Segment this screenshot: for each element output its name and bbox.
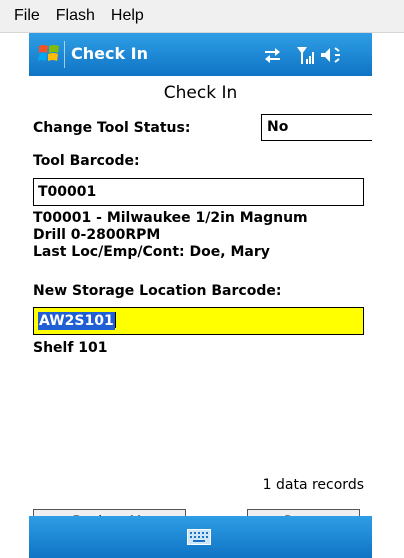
menu-file[interactable]: File <box>14 7 40 25</box>
tool-description-line2: Drill 0-2800RPM <box>33 227 161 243</box>
title-bar: Check In <box>29 33 372 76</box>
change-status-value: No <box>267 119 289 135</box>
tool-description-line1: T00001 - Milwaukee 1/2in Magnum <box>33 210 308 226</box>
change-status-dropdown[interactable]: No <box>261 114 372 141</box>
emulator-menubar: File Flash Help <box>0 0 404 33</box>
connectivity-arrows-icon <box>265 48 280 63</box>
status-icons[interactable] <box>259 43 359 67</box>
window-title: Check In <box>71 44 149 63</box>
speaker-icon <box>321 47 340 63</box>
storage-location-label: New Storage Location Barcode: <box>33 283 282 299</box>
tool-description: T00001 - Milwaukee 1/2in Magnum Drill 0-… <box>33 210 308 261</box>
storage-location-value: AW2S101 <box>38 312 115 330</box>
storage-location-input[interactable]: AW2S101 <box>33 307 364 335</box>
tool-barcode-label: Tool Barcode: <box>33 153 140 169</box>
storage-description: Shelf 101 <box>33 340 108 356</box>
device-screen: Check In Check In Change Tool Status: No… <box>29 33 372 558</box>
menu-flash[interactable]: Flash <box>56 7 95 25</box>
text-caret <box>114 312 116 328</box>
windows-flag-icon[interactable] <box>38 43 60 65</box>
last-location-line: Last Loc/Emp/Cont: Doe, Mary <box>33 244 270 260</box>
tool-barcode-input[interactable]: T00001 <box>33 178 364 206</box>
keyboard-icon[interactable] <box>187 529 211 545</box>
record-count: 1 data records <box>262 477 364 493</box>
check-in-form: Check In Change Tool Status: No Tool Bar… <box>29 76 372 536</box>
menu-help[interactable]: Help <box>111 7 144 25</box>
tool-barcode-value: T00001 <box>38 184 97 200</box>
form-heading: Check In <box>163 83 238 103</box>
title-separator <box>64 41 65 68</box>
change-status-label: Change Tool Status: <box>33 120 191 136</box>
bottom-bar <box>29 516 372 558</box>
signal-strength-icon <box>297 47 314 64</box>
